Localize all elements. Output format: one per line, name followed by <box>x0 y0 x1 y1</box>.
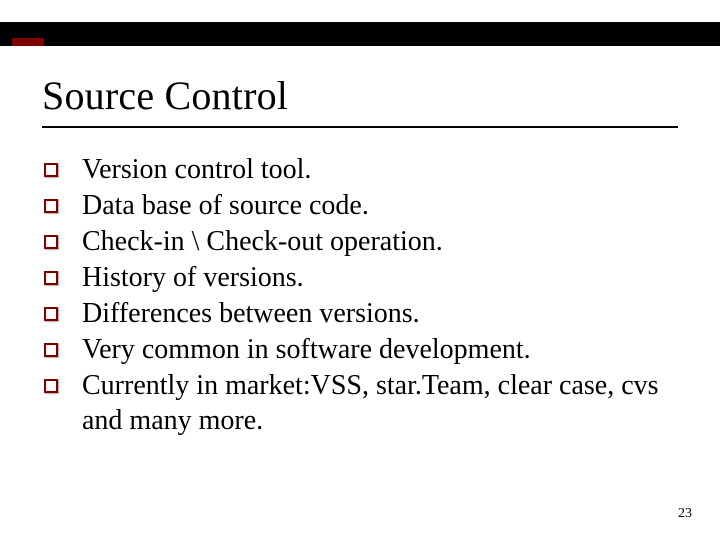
bullet-text: Currently in market:VSS, star.Team, clea… <box>82 368 676 438</box>
bullet-list: Version control tool. Data base of sourc… <box>44 152 676 439</box>
bullet-text: Differences between versions. <box>82 296 676 331</box>
bullet-marker-icon <box>44 235 58 249</box>
slide-title: Source Control <box>42 72 288 119</box>
bullet-text: Data base of source code. <box>82 188 676 223</box>
list-item: Check-in \ Check-out operation. <box>44 224 676 259</box>
title-underline <box>42 126 678 128</box>
list-item: Data base of source code. <box>44 188 676 223</box>
bullet-marker-icon <box>44 199 58 213</box>
top-bar <box>0 22 720 46</box>
page-number: 23 <box>678 506 692 522</box>
bullet-marker-icon <box>44 379 58 393</box>
bullet-marker-icon <box>44 271 58 285</box>
top-accent <box>12 38 44 46</box>
bullet-marker-icon <box>44 307 58 321</box>
list-item: Differences between versions. <box>44 296 676 331</box>
slide: Source Control Version control tool. Dat… <box>0 0 720 540</box>
bullet-text: Version control tool. <box>82 152 676 187</box>
bullet-marker-icon <box>44 343 58 357</box>
list-item: Very common in software development. <box>44 332 676 367</box>
bullet-marker-icon <box>44 163 58 177</box>
bullet-text: Check-in \ Check-out operation. <box>82 224 676 259</box>
bullet-text: Very common in software development. <box>82 332 676 367</box>
list-item: History of versions. <box>44 260 676 295</box>
list-item: Currently in market:VSS, star.Team, clea… <box>44 368 676 438</box>
bullet-text: History of versions. <box>82 260 676 295</box>
list-item: Version control tool. <box>44 152 676 187</box>
